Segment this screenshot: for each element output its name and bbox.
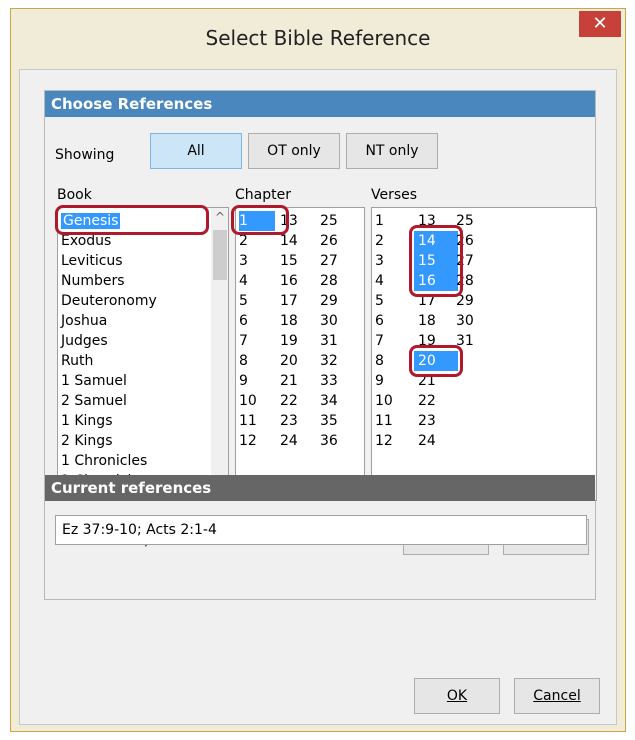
annotation-highlight — [409, 225, 463, 297]
chapter-cell[interactable]: 32 — [320, 351, 344, 371]
verse-cell[interactable]: 4 — [375, 271, 399, 291]
chapter-cell[interactable]: 30 — [320, 311, 344, 331]
book-item[interactable]: 1 Chronicles — [61, 451, 147, 471]
annotation-highlight — [231, 205, 289, 235]
chapter-cell[interactable]: 7 — [239, 331, 263, 351]
verses-label: Verses — [371, 187, 418, 203]
title-bar[interactable]: Select Bible Reference ✕ — [11, 9, 625, 69]
chapter-cell[interactable]: 33 — [320, 371, 344, 391]
book-item[interactable]: Deuteronomy — [61, 291, 157, 311]
chapter-cell[interactable]: 21 — [280, 371, 304, 391]
chapter-cell[interactable]: 31 — [320, 331, 344, 351]
annotation-highlight — [55, 205, 209, 235]
chapter-cell[interactable]: 20 — [280, 351, 304, 371]
book-item[interactable]: 1 Samuel — [61, 371, 127, 391]
verse-cell[interactable]: 2 — [375, 231, 399, 251]
chapter-cell[interactable]: 34 — [320, 391, 344, 411]
book-label: Book — [57, 187, 92, 203]
chapter-cell[interactable]: 6 — [239, 311, 263, 331]
verse-cell[interactable]: 1 — [375, 211, 399, 231]
book-item[interactable]: Leviticus — [61, 251, 123, 271]
verse-cell[interactable]: 3 — [375, 251, 399, 271]
verse-cell[interactable]: 11 — [375, 411, 399, 431]
chapter-cell[interactable]: 19 — [280, 331, 304, 351]
choose-references-header: Choose References — [45, 91, 595, 117]
ok-label: OK — [446, 688, 468, 704]
chapter-cell[interactable]: 4 — [239, 271, 263, 291]
chapter-cell[interactable]: 27 — [320, 251, 344, 271]
chapter-cell[interactable]: 10 — [239, 391, 263, 411]
chapter-cell[interactable]: 29 — [320, 291, 344, 311]
chapter-cell[interactable]: 17 — [280, 291, 304, 311]
book-item[interactable]: Ruth — [61, 351, 93, 371]
chapter-cell[interactable]: 3 — [239, 251, 263, 271]
chapter-cell[interactable]: 18 — [280, 311, 304, 331]
chapter-cell[interactable]: 35 — [320, 411, 344, 431]
cancel-label: Cancel — [533, 688, 581, 704]
chapter-cell[interactable]: 28 — [320, 271, 344, 291]
window-title: Select Bible Reference — [205, 26, 431, 50]
verse-cell[interactable]: 30 — [456, 311, 480, 331]
chapter-cell[interactable]: 26 — [320, 231, 344, 251]
book-item[interactable]: Judges — [61, 331, 108, 351]
scrollbar-thumb[interactable] — [213, 230, 227, 280]
current-references-field[interactable]: Ez 37:9-10; Acts 2:1-4 — [55, 515, 587, 545]
chapter-cell[interactable]: 9 — [239, 371, 263, 391]
chapter-cell[interactable]: 12 — [239, 431, 263, 451]
filter-ot-only-button[interactable]: OT only — [248, 133, 340, 169]
dialog-body: Choose References Showing All OT only NT… — [19, 69, 617, 725]
verse-cell[interactable]: 9 — [375, 371, 399, 391]
chapter-cell[interactable]: 5 — [239, 291, 263, 311]
verse-cell[interactable]: 23 — [418, 411, 442, 431]
dialog-window: Select Bible Reference ✕ Choose Referenc… — [10, 8, 626, 732]
ok-button[interactable]: OK — [414, 678, 500, 714]
verse-cell[interactable]: 6 — [375, 311, 399, 331]
chapter-cell[interactable]: 25 — [320, 211, 344, 231]
verse-cell[interactable]: 5 — [375, 291, 399, 311]
chapter-cell[interactable]: 36 — [320, 431, 344, 451]
chapter-cell[interactable]: 8 — [239, 351, 263, 371]
book-list-scrollbar[interactable]: ^ ⌄ — [211, 208, 228, 500]
current-references-header: Current references — [45, 475, 595, 501]
verse-cell[interactable]: 12 — [375, 431, 399, 451]
filter-all-button[interactable]: All — [150, 133, 242, 169]
verse-cell[interactable]: 24 — [418, 431, 442, 451]
verses-grid[interactable]: 1 2 3 4 5 6 7 8 9 10 11 12 13 14 15 16 1… — [371, 207, 597, 501]
cancel-button[interactable]: Cancel — [514, 678, 600, 714]
verse-cell[interactable]: 18 — [418, 311, 442, 331]
showing-label: Showing — [55, 147, 115, 163]
chapter-label: Chapter — [235, 187, 291, 203]
close-button[interactable]: ✕ — [579, 11, 621, 37]
chapter-cell[interactable]: 24 — [280, 431, 304, 451]
chapter-cell[interactable]: 23 — [280, 411, 304, 431]
book-item[interactable]: 2 Kings — [61, 431, 112, 451]
verse-cell[interactable]: 7 — [375, 331, 399, 351]
book-list[interactable]: Genesis Exodus Leviticus Numbers Deutero… — [57, 207, 229, 501]
book-item[interactable]: Numbers — [61, 271, 125, 291]
verse-cell[interactable]: 22 — [418, 391, 442, 411]
chapter-cell[interactable]: 11 — [239, 411, 263, 431]
book-item[interactable]: 1 Kings — [61, 411, 112, 431]
scroll-up-icon[interactable]: ^ — [211, 210, 228, 226]
chapter-cell[interactable]: 22 — [280, 391, 304, 411]
chapter-grid[interactable]: 1 2 3 4 5 6 7 8 9 10 11 12 13 14 15 16 1… — [235, 207, 365, 501]
book-item[interactable]: Joshua — [61, 311, 107, 331]
filter-nt-only-button[interactable]: NT only — [346, 133, 438, 169]
choose-references-group: Choose References Showing All OT only NT… — [44, 90, 597, 600]
book-item[interactable]: 2 Samuel — [61, 391, 127, 411]
verse-cell[interactable]: 10 — [375, 391, 399, 411]
chapter-cell[interactable]: 15 — [280, 251, 304, 271]
chapter-cell[interactable]: 16 — [280, 271, 304, 291]
annotation-highlight — [409, 345, 463, 377]
verse-cell[interactable]: 8 — [375, 351, 399, 371]
